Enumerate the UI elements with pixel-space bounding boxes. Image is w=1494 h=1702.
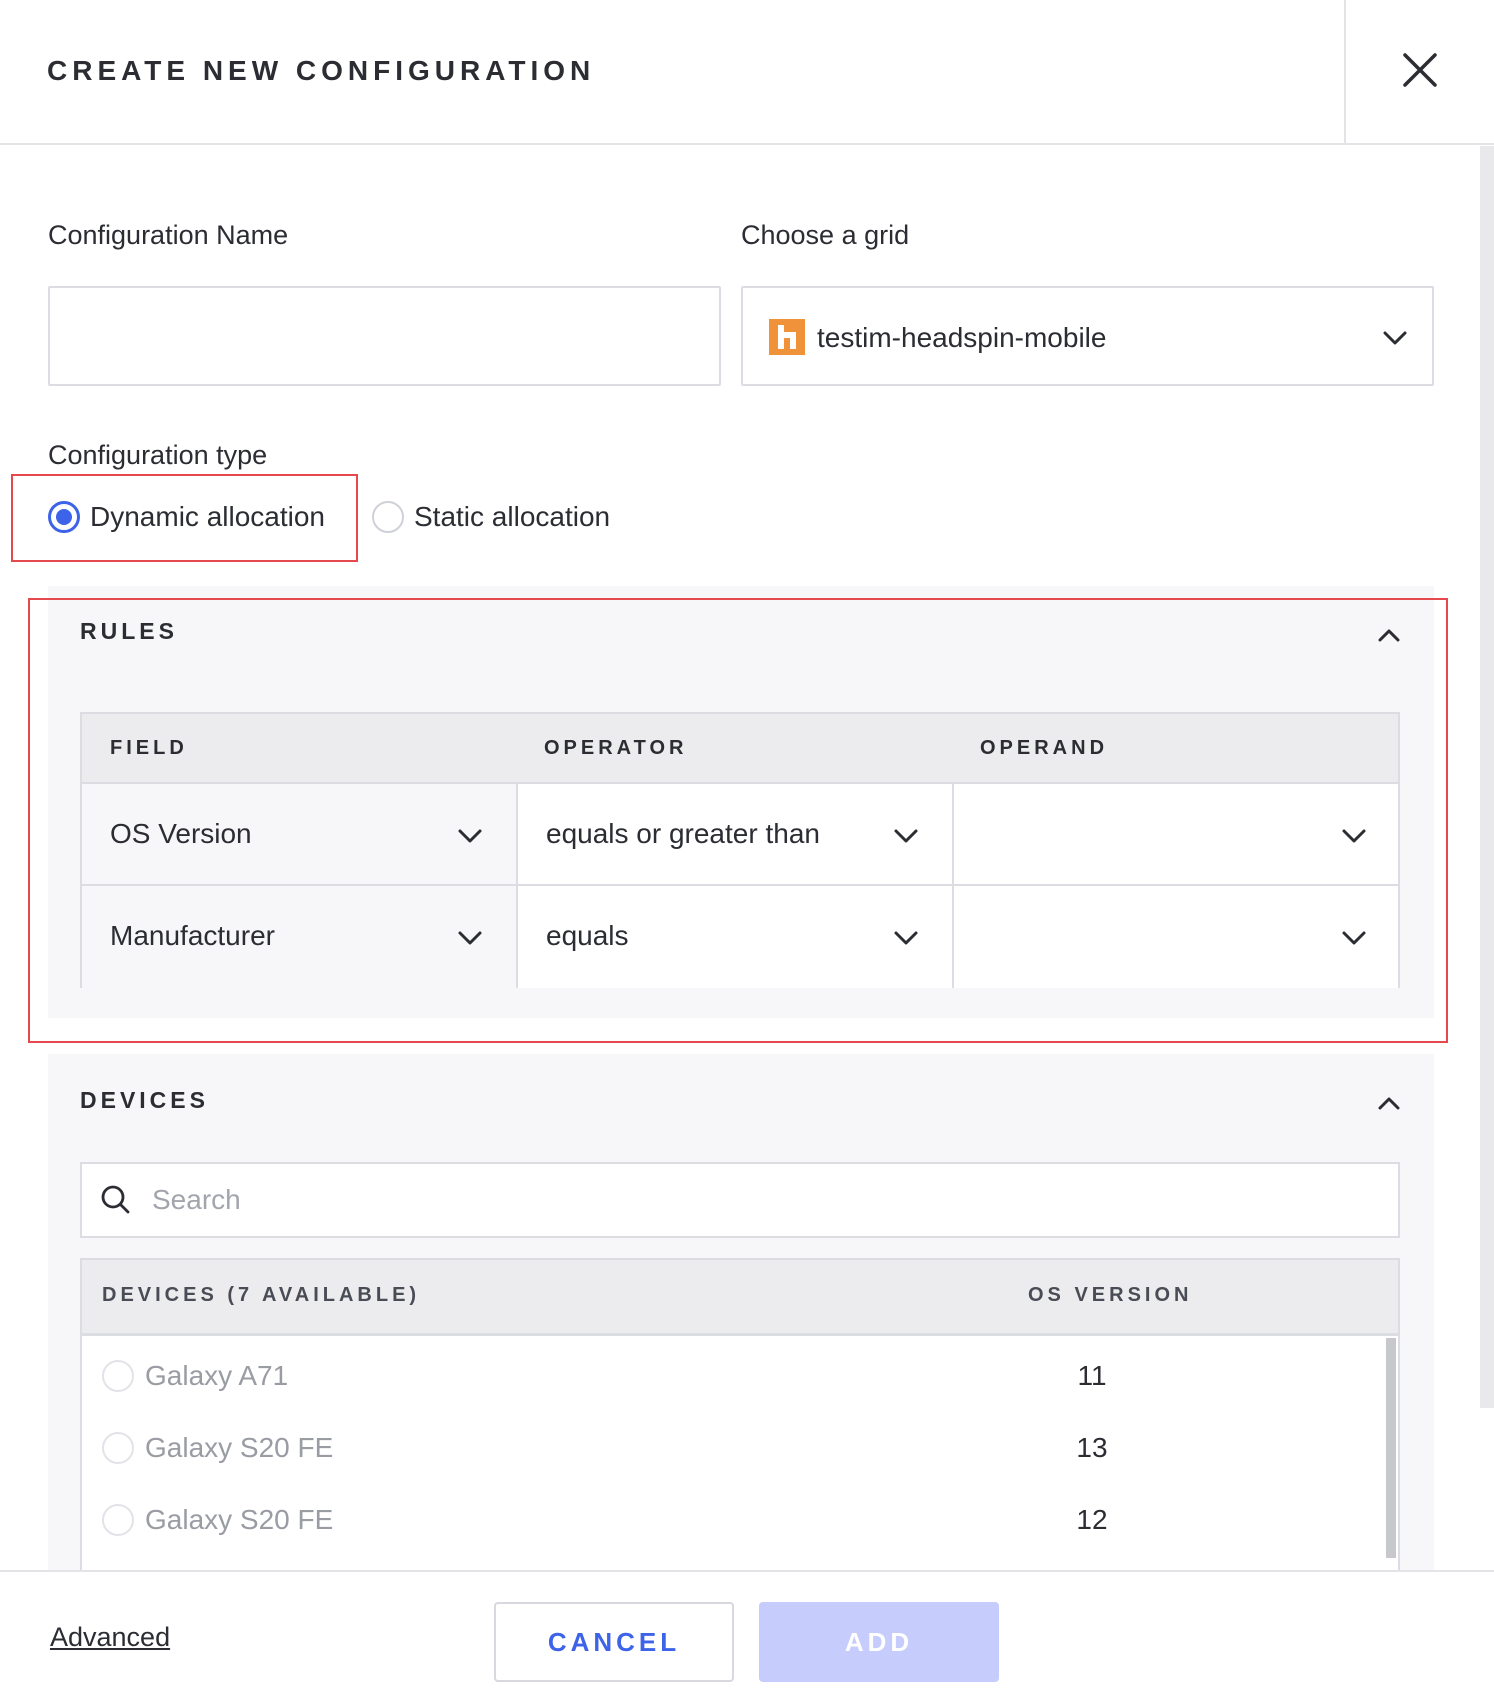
rules-col-operator: OPERATOR <box>544 737 688 759</box>
device-radio[interactable] <box>102 1432 134 1464</box>
devices-scrollbar[interactable] <box>1386 1338 1396 1558</box>
config-name-input[interactable] <box>70 314 700 360</box>
chevron-down-icon <box>894 931 918 945</box>
device-name: Galaxy S20 FE <box>145 1504 334 1535</box>
grid-select[interactable]: testim-headspin-mobile <box>741 286 1434 386</box>
radio-dynamic-allocation[interactable]: Dynamic allocation <box>48 497 325 537</box>
dialog-header: CREATE NEW CONFIGURATION <box>0 0 1494 145</box>
device-os: 11 <box>1077 1360 1107 1391</box>
devices-title: DEVICES <box>80 1087 209 1113</box>
device-os: 12 <box>1076 1504 1108 1535</box>
radio-static-allocation[interactable]: Static allocation <box>372 497 610 537</box>
rule-operator-value: equals <box>546 920 629 951</box>
device-name: Galaxy S20 FE <box>145 1432 334 1463</box>
chevron-down-icon <box>458 931 482 945</box>
rule-operator-value: equals or greater than <box>546 818 820 849</box>
rules-col-field: FIELD <box>110 737 188 759</box>
device-radio[interactable] <box>102 1504 134 1536</box>
header-divider <box>1344 0 1346 145</box>
rule-field-value: OS Version <box>110 818 252 849</box>
device-os: 13 <box>1076 1432 1108 1463</box>
close-icon[interactable] <box>1395 45 1445 95</box>
search-icon <box>101 1185 130 1214</box>
device-row[interactable]: Galaxy S20 FE 13 <box>82 1410 1382 1482</box>
devices-col-name: DEVICES (7 AVAILABLE) <box>102 1284 421 1306</box>
devices-table: DEVICES (7 AVAILABLE) OS VERSION Galaxy … <box>80 1258 1400 1570</box>
rules-table: FIELD OPERATOR OPERAND OS Version equals… <box>80 712 1400 988</box>
rules-table-header: FIELD OPERATOR OPERAND <box>82 714 1398 784</box>
headspin-logo-icon <box>769 319 805 355</box>
rule-field-select[interactable]: OS Version <box>82 784 518 886</box>
cancel-button[interactable]: CANCEL <box>494 1602 734 1682</box>
rule-field-select[interactable]: Manufacturer <box>82 886 518 988</box>
add-button[interactable]: ADD <box>759 1602 999 1682</box>
rule-operand-select[interactable] <box>954 784 1398 886</box>
device-search[interactable] <box>80 1162 1400 1238</box>
radio-dynamic-label: Dynamic allocation <box>90 501 325 532</box>
search-input[interactable] <box>152 1174 1352 1226</box>
radio-static-indicator[interactable] <box>372 501 404 533</box>
dialog-scrollbar[interactable] <box>1480 146 1494 1408</box>
dialog-title: CREATE NEW CONFIGURATION <box>47 55 596 86</box>
rule-operator-select[interactable]: equals <box>518 886 954 988</box>
config-name-label: Configuration Name <box>48 220 289 250</box>
radio-dynamic-indicator[interactable] <box>48 501 80 533</box>
grid-select-value: testim-headspin-mobile <box>817 322 1107 353</box>
radio-static-label: Static allocation <box>414 501 611 532</box>
rule-field-value: Manufacturer <box>110 920 275 951</box>
config-type-label: Configuration type <box>48 440 268 470</box>
device-row[interactable]: Galaxy S20 FE 12 <box>82 1482 1382 1554</box>
rule-operand-select[interactable] <box>954 886 1398 988</box>
rules-title: RULES <box>80 618 178 644</box>
rules-col-operand: OPERAND <box>980 737 1109 759</box>
advanced-link[interactable]: Advanced <box>50 1622 170 1653</box>
chevron-up-icon[interactable] <box>1376 1094 1402 1112</box>
rule-operator-select[interactable]: equals or greater than <box>518 784 954 886</box>
devices-table-header: DEVICES (7 AVAILABLE) OS VERSION <box>82 1258 1398 1336</box>
chevron-down-icon <box>894 829 918 843</box>
chevron-down-icon <box>1342 931 1366 945</box>
device-row[interactable]: Galaxy A71 11 <box>82 1338 1382 1410</box>
config-name-field[interactable] <box>48 286 721 386</box>
chevron-up-icon[interactable] <box>1376 626 1402 644</box>
devices-col-os: OS VERSION <box>1028 1284 1193 1306</box>
chevron-down-icon <box>458 829 482 843</box>
chevron-down-icon <box>1383 331 1407 345</box>
device-name: Galaxy A71 <box>145 1360 289 1391</box>
device-radio[interactable] <box>102 1360 134 1392</box>
grid-label: Choose a grid <box>741 220 910 250</box>
dialog-footer: Advanced CANCEL ADD <box>0 1570 1494 1702</box>
chevron-down-icon <box>1342 829 1366 843</box>
